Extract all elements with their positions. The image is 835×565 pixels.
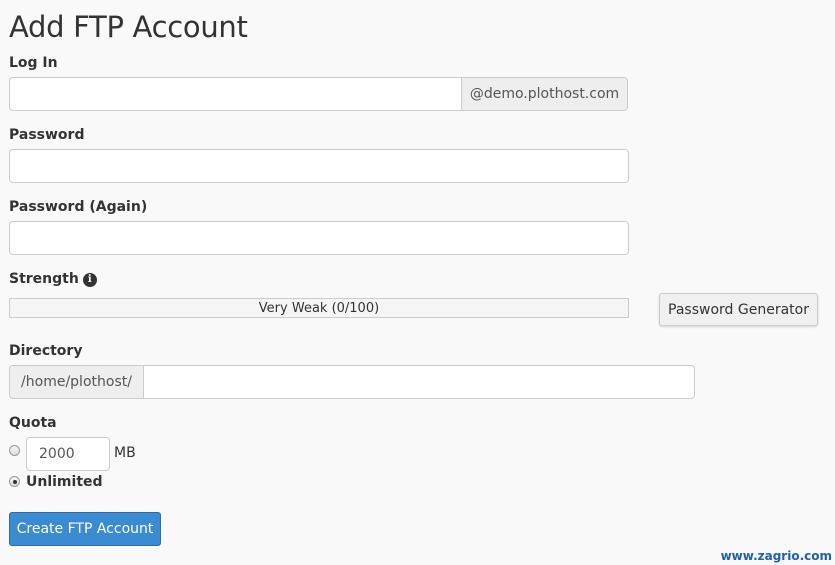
watermark: www.zagrio.com — [720, 549, 832, 563]
create-ftp-account-button[interactable]: Create FTP Account — [9, 512, 161, 546]
quota-limited-radio[interactable] — [9, 445, 20, 456]
strength-meter: Very Weak (0/100) — [9, 298, 629, 318]
login-input[interactable] — [9, 77, 461, 111]
quota-label: Quota — [9, 415, 57, 431]
page-title: Add FTP Account — [9, 10, 248, 44]
quota-value-input[interactable] — [26, 437, 110, 471]
directory-input[interactable] — [143, 365, 695, 399]
password-label: Password — [9, 127, 85, 143]
password-generator-button[interactable]: Password Generator — [659, 293, 818, 326]
password-input[interactable] — [9, 149, 629, 183]
login-domain-addon: @demo.plothost.com — [461, 77, 628, 111]
quota-unit: MB — [114, 445, 136, 461]
quota-unlimited-label[interactable]: Unlimited — [26, 474, 103, 490]
strength-label: Strength i — [9, 271, 97, 287]
info-circle-icon[interactable]: i — [82, 272, 97, 287]
directory-prefix-addon: /home/plothost/ — [9, 365, 143, 399]
password-again-input[interactable] — [9, 221, 629, 255]
login-label: Log In — [9, 55, 58, 71]
strength-label-text: Strength — [9, 271, 79, 287]
quota-unlimited-radio[interactable] — [9, 476, 20, 487]
directory-label: Directory — [9, 343, 83, 359]
strength-text: Very Weak (0/100) — [258, 300, 380, 316]
password-again-label: Password (Again) — [9, 199, 148, 215]
